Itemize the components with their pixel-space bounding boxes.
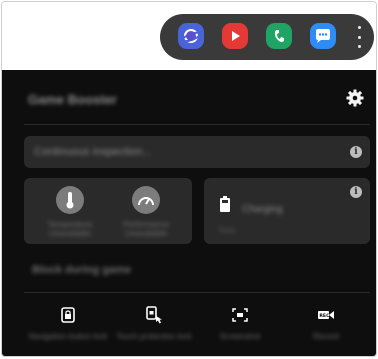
more-vertical-icon[interactable] bbox=[356, 26, 362, 48]
monitor-bar[interactable]: Continuous inspection... i bbox=[24, 136, 370, 168]
performance-label: Performance Unavailable bbox=[123, 220, 169, 238]
thermometer-icon bbox=[56, 186, 84, 214]
svg-text:REC: REC bbox=[319, 313, 330, 319]
youtube-icon[interactable] bbox=[222, 23, 248, 49]
screen: Game Booster Continuous inspection... i … bbox=[1, 1, 377, 357]
monitor-text: Continuous inspection... bbox=[34, 146, 152, 158]
divider bbox=[24, 292, 370, 293]
touch-lock-icon bbox=[114, 306, 194, 324]
speedometer-icon bbox=[132, 186, 160, 214]
gear-icon[interactable] bbox=[345, 88, 365, 108]
divider bbox=[24, 124, 370, 125]
navigation-lock-tool[interactable]: Navigation button lock bbox=[28, 306, 108, 341]
temperature-label: Temperature Unavailable bbox=[47, 220, 93, 238]
battery-icon bbox=[220, 196, 230, 217]
lock-icon bbox=[28, 306, 108, 324]
section-title: Block during game bbox=[32, 264, 132, 276]
panel-title: Game Booster bbox=[28, 92, 117, 107]
screenshot-icon bbox=[200, 306, 280, 324]
tool-label: Screenshot bbox=[219, 332, 261, 341]
tool-label: Record bbox=[313, 332, 339, 341]
phone-icon[interactable] bbox=[266, 23, 292, 49]
record-icon: REC bbox=[286, 306, 366, 324]
info-icon[interactable]: i bbox=[350, 146, 362, 158]
battery-sub: Time bbox=[218, 226, 236, 235]
info-icon[interactable]: i bbox=[350, 186, 362, 198]
tool-label: Touch protection lock bbox=[116, 332, 192, 341]
battery-card[interactable]: Charging Time i bbox=[204, 178, 370, 244]
touch-lock-tool[interactable]: Touch protection lock bbox=[114, 306, 194, 341]
screenshot-tool[interactable]: Screenshot bbox=[200, 306, 280, 341]
app-tray bbox=[160, 14, 374, 60]
tool-label: Navigation button lock bbox=[28, 332, 108, 341]
performance-card[interactable]: Temperature Unavailable Performance Unav… bbox=[24, 178, 192, 244]
record-tool[interactable]: REC Record bbox=[286, 306, 366, 341]
messages-icon[interactable] bbox=[310, 23, 336, 49]
battery-status: Charging bbox=[242, 204, 283, 215]
samsung-internet-icon[interactable] bbox=[178, 23, 204, 49]
game-booster-panel: Game Booster Continuous inspection... i … bbox=[2, 70, 376, 356]
